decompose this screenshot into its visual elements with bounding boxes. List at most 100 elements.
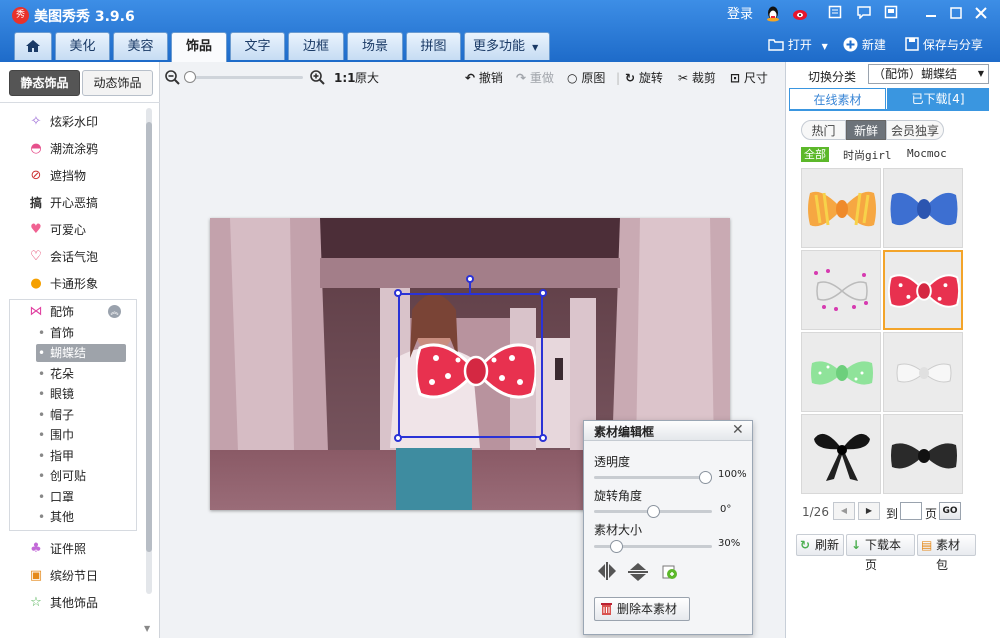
tab-static-accessories[interactable]: 静态饰品 [9,70,80,96]
zoom-slider-knob[interactable] [184,71,196,83]
resize-handle[interactable] [539,289,547,297]
source-filter-all[interactable]: 全部 [801,147,829,162]
tab-beautify[interactable]: 美化 [55,32,110,60]
category-accessories[interactable]: ⋈ 配饰 [28,303,75,321]
qq-icon[interactable] [762,5,784,25]
size-button[interactable]: ⊡ 尺寸 [730,70,768,86]
save-share-button[interactable]: 保存与分享 [905,36,983,54]
filter-vip[interactable]: 会员独享 [886,120,944,140]
sub-item-mask[interactable]: 口罩 [36,488,74,506]
material-thumb[interactable] [883,168,963,248]
login-link[interactable]: 登录 [727,6,753,24]
notes-icon[interactable] [824,5,846,25]
tab-accessories[interactable]: 饰品 [171,32,227,62]
sub-item-jewelry[interactable]: 首饰 [36,324,74,342]
category-graffiti[interactable]: ◓ 潮流涂鸦 [28,140,98,158]
source-filter-mocmoc[interactable]: Mocmoc [907,147,947,160]
source-filter-girl[interactable]: 时尚girl [843,147,892,163]
tab-scene[interactable]: 场景 [347,32,403,60]
page-number-input[interactable] [900,502,922,520]
opacity-knob[interactable] [699,471,712,484]
tab-more-features[interactable]: 更多功能 ▼ [464,32,550,60]
selection-frame[interactable] [398,293,543,438]
download-page-button[interactable]: ↓ 下载本页 [846,534,915,572]
sub-item-bow[interactable]: 蝴蝶结 [36,344,126,362]
open-button[interactable]: 打开 ▼ [768,36,828,56]
delete-material-button[interactable]: 删除本素材 [594,597,690,621]
category-speech-bubble[interactable]: ♡ 会话气泡 [28,248,98,266]
tab-frame[interactable]: 边框 [288,32,344,60]
new-button[interactable]: 新建 [843,36,886,54]
rotate-button[interactable]: ↻ 旋转 [625,70,663,86]
category-cartoon[interactable]: ● 卡通形象 [28,275,98,293]
flip-vertical-icon[interactable] [627,561,649,583]
original-size-button[interactable]: 原大 [355,70,379,86]
material-thumb[interactable] [883,414,963,494]
undo-button[interactable]: ↶ 撤销 [465,70,503,86]
category-blocker[interactable]: ⊘ 遮挡物 [28,167,86,185]
category-select[interactable]: （配饰）蝴蝶结 ▼ [868,64,989,84]
material-thumb[interactable] [801,332,881,412]
category-funny[interactable]: 搞开心恶搞 [28,194,98,212]
message-icon[interactable] [853,5,875,25]
material-thumb[interactable] [801,250,881,330]
refresh-button[interactable]: ↻ 刷新 [796,534,844,556]
rotation-knob[interactable] [646,505,660,518]
category-festival[interactable]: ▣ 缤纷节日 [28,567,98,585]
sub-item-glasses[interactable]: 眼镜 [36,385,74,403]
resize-handle[interactable] [394,289,402,297]
weibo-icon[interactable] [790,5,812,25]
copy-icon[interactable] [661,562,679,580]
skin-icon[interactable] [880,5,902,25]
close-icon[interactable]: ✕ [732,422,744,438]
go-button[interactable]: GO [939,502,961,520]
scrollbar-thumb[interactable] [146,122,152,552]
prev-page-button[interactable]: ◀ [833,502,855,520]
material-thumb[interactable] [801,168,881,248]
zoom-slider[interactable] [185,76,303,79]
tab-text[interactable]: 文字 [230,32,285,60]
home-tab[interactable] [14,32,52,60]
redo-button[interactable]: ↷ 重做 [516,70,554,86]
crop-button[interactable]: ✂ 裁剪 [678,70,716,86]
category-id-photo[interactable]: ♣ 证件照 [28,540,86,558]
sub-item-scarf[interactable]: 围巾 [36,426,74,444]
collapse-icon[interactable]: ︽ [108,305,121,318]
tab-dynamic-accessories[interactable]: 动态饰品 [82,70,153,96]
sub-item-flower[interactable]: 花朵 [36,365,74,383]
resize-handle[interactable] [539,434,547,442]
sub-item-hat[interactable]: 帽子 [36,406,74,424]
one-to-one-icon[interactable]: 1:1 [334,70,356,86]
filter-fresh[interactable]: 新鲜 [846,120,886,140]
rotation-handle[interactable] [466,275,474,283]
material-pack-button[interactable]: ▤ 素材包 [917,534,976,572]
category-colorful-watermark[interactable]: ✧ 炫彩水印 [28,113,98,131]
material-thumb[interactable] [883,332,963,412]
tab-online-materials[interactable]: 在线素材 [789,88,886,110]
size-slider[interactable] [594,540,712,553]
material-thumb-selected[interactable] [883,250,963,330]
category-cute-heart[interactable]: ♥ 可爱心 [28,221,86,239]
tab-downloaded[interactable]: 已下载[4] [887,88,989,110]
zoom-out-icon[interactable] [165,70,180,85]
next-page-button[interactable]: ▶ [858,502,880,520]
filter-hot[interactable]: 热门 [801,120,846,140]
size-knob[interactable] [609,540,623,553]
sub-item-bandage[interactable]: 创可贴 [36,467,86,485]
close-icon[interactable] [970,5,992,25]
sub-item-nail[interactable]: 指甲 [36,447,74,465]
zoom-in-icon[interactable] [310,70,325,85]
category-other-accessories[interactable]: ☆ 其他饰品 [28,594,98,612]
opacity-slider[interactable] [594,471,712,484]
maximize-icon[interactable] [945,5,967,25]
material-thumb[interactable] [801,414,881,494]
tab-collage[interactable]: 拼图 [406,32,461,60]
flip-horizontal-icon[interactable] [596,561,618,581]
scroll-down-icon[interactable]: ▼ [144,624,150,633]
sub-item-other[interactable]: 其他 [36,508,74,526]
original-image-button[interactable]: ○ 原图 [567,70,605,86]
tab-beauty[interactable]: 美容 [113,32,168,60]
minimize-icon[interactable] [920,5,942,25]
rotation-slider[interactable] [594,505,712,518]
resize-handle[interactable] [394,434,402,442]
